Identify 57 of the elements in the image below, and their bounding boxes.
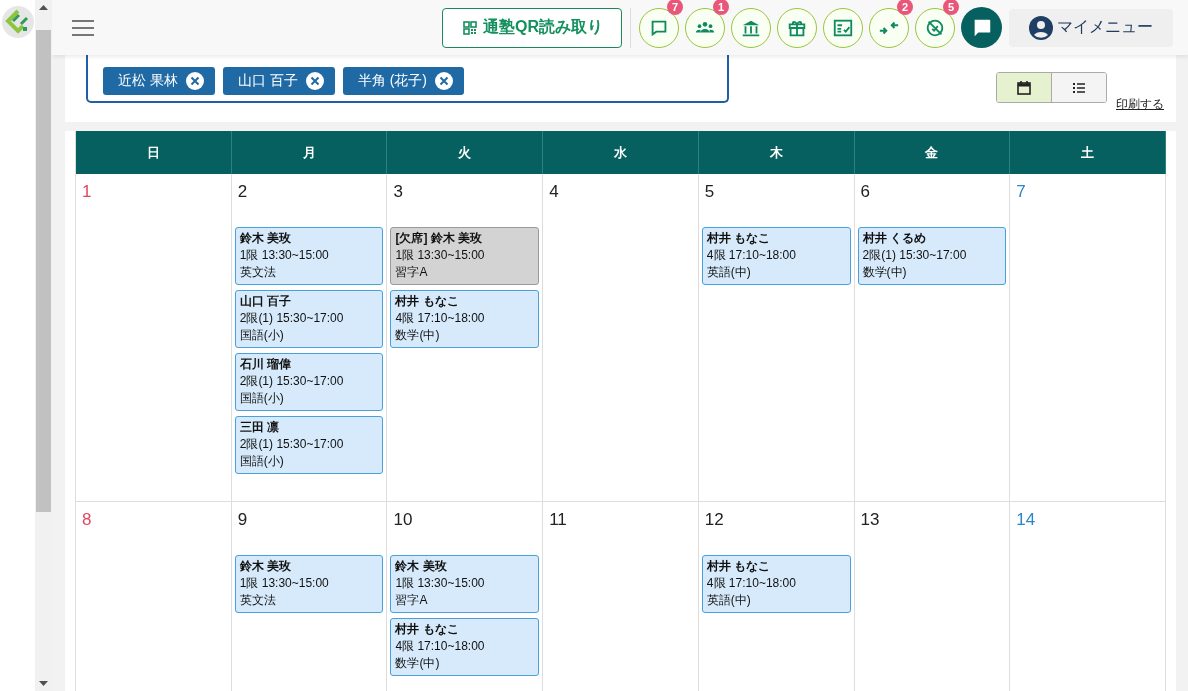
day-number[interactable]: 10 — [393, 510, 413, 529]
weekday-header: 火 — [458, 143, 472, 162]
qr-scan-button[interactable]: 通塾QR読み取り — [442, 7, 622, 48]
weekday-header: 金 — [925, 143, 939, 162]
weekday-header: 土 — [1081, 143, 1095, 162]
day-number[interactable]: 6 — [860, 182, 871, 201]
weekday-header: 日 — [146, 143, 160, 162]
filter-chip[interactable]: 近松 果林 — [103, 67, 215, 95]
toolbar-button[interactable] — [777, 7, 817, 48]
day-number[interactable]: 7 — [1016, 182, 1026, 201]
day-number[interactable]: 5 — [704, 182, 715, 201]
remove-icon[interactable] — [305, 72, 324, 90]
lesson-card[interactable]: 村井 もなこ 4限 17:10~18:00 英語(中) — [701, 227, 851, 285]
filter-chip[interactable]: 山口 百子 — [222, 67, 335, 95]
lesson-card[interactable]: 村井 もなこ 4限 17:10~18:00 数学(中) — [390, 290, 540, 348]
weekday-header: 水 — [614, 143, 627, 162]
logo-icon[interactable] — [1, 6, 34, 38]
day-number[interactable]: 1 — [82, 182, 92, 201]
user-icon — [1029, 15, 1053, 40]
toolbar-button[interactable] — [731, 7, 771, 48]
lesson-card[interactable]: [欠席] 鈴木 美玫 1限 13:30~15:00 習字A — [390, 227, 540, 285]
count-badge: 1 — [713, 0, 729, 15]
day-number[interactable]: 13 — [860, 510, 880, 529]
print-link[interactable]: 印刷する — [1116, 96, 1164, 113]
filter-chip[interactable]: 半角 (花子) — [342, 67, 464, 95]
lesson-card[interactable]: 石川 瑠偉 2限(1) 15:30~17:00 国語(小) — [234, 353, 384, 411]
toolbar-button[interactable] — [823, 7, 863, 48]
menu-icon[interactable] — [72, 19, 94, 36]
day-number[interactable]: 3 — [393, 182, 403, 201]
day-number[interactable]: 12 — [704, 510, 724, 529]
day-number[interactable]: 2 — [237, 182, 248, 201]
my-menu-button[interactable]: マイメニュー — [1009, 8, 1173, 47]
lesson-card[interactable]: 三田 凛 2限(1) 15:30~17:00 国語(小) — [234, 416, 384, 474]
view-toggle-button[interactable] — [997, 73, 1051, 102]
lesson-card[interactable]: 山口 百子 2限(1) 15:30~17:00 国語(小) — [234, 290, 384, 348]
chat-button[interactable] — [961, 7, 1002, 48]
count-badge: 5 — [943, 0, 959, 15]
lesson-card[interactable]: 鈴木 美玫 1限 13:30~15:00 英文法 — [234, 555, 384, 613]
lesson-card[interactable]: 鈴木 美玫 1限 13:30~15:00 英文法 — [234, 227, 384, 285]
view-toggle-button[interactable] — [1051, 73, 1106, 102]
weekday-header: 木 — [769, 143, 783, 162]
lesson-card[interactable]: 鈴木 美玫 1限 13:30~15:00 習字A — [390, 555, 540, 613]
lesson-card[interactable]: 村井 もなこ 4限 17:10~18:00 数学(中) — [390, 618, 540, 676]
day-number[interactable]: 9 — [237, 510, 248, 529]
lesson-card[interactable]: 村井 くるめ 2限(1) 15:30~17:00 数学(中) — [857, 227, 1007, 285]
qr-code-icon — [463, 20, 477, 35]
calendar-icon — [1016, 79, 1032, 96]
weekday-header: 月 — [302, 143, 316, 162]
day-number[interactable]: 14 — [1016, 510, 1036, 529]
count-badge: 2 — [897, 0, 913, 15]
day-number[interactable]: 4 — [549, 182, 559, 201]
day-number[interactable]: 8 — [82, 510, 92, 529]
count-badge: 7 — [667, 0, 683, 15]
day-number[interactable]: 11 — [549, 510, 567, 529]
lesson-card[interactable]: 村井 もなこ 4限 17:10~18:00 英語(中) — [701, 555, 851, 613]
remove-icon[interactable] — [185, 72, 204, 90]
remove-icon[interactable] — [435, 72, 453, 90]
